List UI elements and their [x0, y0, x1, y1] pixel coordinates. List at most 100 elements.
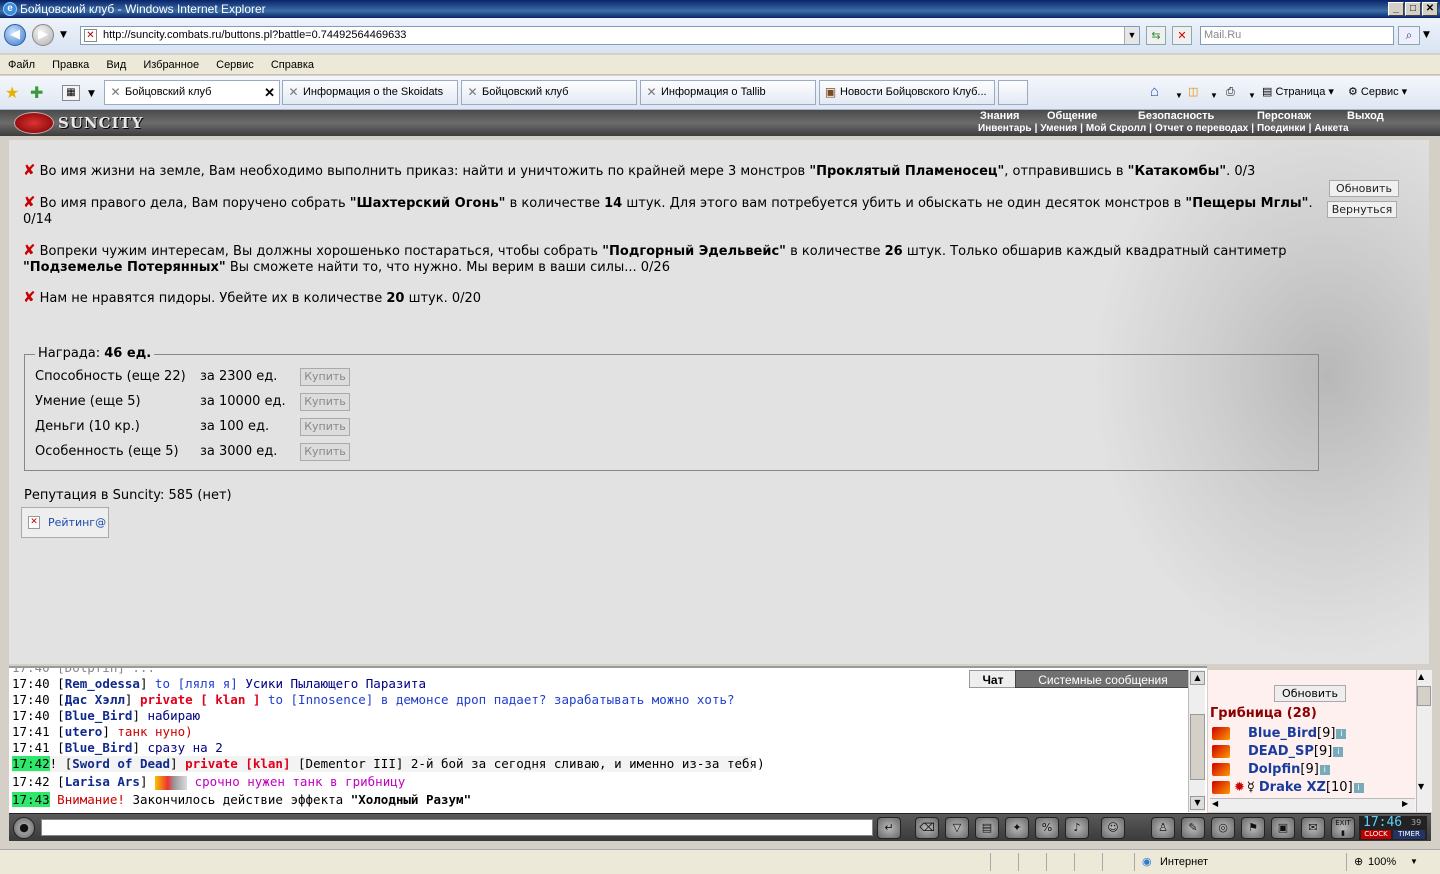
chat-mode-icon[interactable]: ●: [13, 817, 35, 839]
mail-icon[interactable]: ✉: [1301, 817, 1325, 839]
menu-view[interactable]: Вид: [100, 55, 132, 75]
tab-tallib[interactable]: ✕ Информация о Tallib: [640, 80, 816, 105]
zoom-dropdown-icon[interactable]: ▼: [1410, 857, 1418, 866]
scroll-thumb[interactable]: [1190, 714, 1205, 780]
buy-button[interactable]: Купить: [300, 393, 350, 411]
online-refresh-button[interactable]: Обновить: [1274, 685, 1346, 702]
home-icon[interactable]: ⌂: [1150, 84, 1159, 100]
menu-security[interactable]: Безопасность: [1138, 110, 1214, 122]
scroll-thumb[interactable]: [1417, 686, 1431, 706]
stop-icon[interactable]: ✕: [1172, 26, 1192, 45]
favorites-star-icon[interactable]: ★: [5, 83, 19, 102]
print-icon[interactable]: ⎙: [1226, 84, 1235, 100]
tab-fight-club-2[interactable]: ✕ Бойцовский клуб: [461, 80, 637, 105]
online-hscrollbar[interactable]: [1210, 798, 1415, 812]
tab-chat[interactable]: Чат: [969, 670, 1017, 688]
menu-fights[interactable]: Поединки: [1254, 123, 1309, 134]
menu-communication[interactable]: Общение: [1047, 110, 1097, 122]
menu-my-scroll[interactable]: Мой Скролл: [1083, 123, 1149, 134]
home-dropdown-icon[interactable]: ▼: [1175, 88, 1183, 104]
search-input[interactable]: Mail.Ru: [1200, 26, 1394, 45]
menu-edit[interactable]: Правка: [46, 55, 95, 75]
smiles-icon[interactable]: ☺: [1101, 817, 1125, 839]
info-icon[interactable]: i: [1319, 764, 1330, 775]
cancel-quest-icon[interactable]: ✘: [23, 161, 36, 179]
search-options-icon[interactable]: ▼: [1423, 30, 1430, 40]
buy-button[interactable]: Купить: [300, 418, 350, 436]
page-menu[interactable]: ▤ Страница ▾: [1262, 84, 1334, 100]
scroll-down-icon[interactable]: ▼: [1418, 782, 1424, 791]
menu-character[interactable]: Персонаж: [1257, 110, 1311, 122]
zoom-level[interactable]: 100%: [1368, 856, 1396, 868]
send-icon[interactable]: ↵: [877, 817, 901, 839]
refresh-button[interactable]: Обновить: [1329, 180, 1399, 197]
bag-icon[interactable]: ▣: [1271, 817, 1295, 839]
tab-news[interactable]: ▣ Новости Бойцовского Клуб...: [819, 80, 995, 105]
tab-fight-club[interactable]: ✕ Бойцовский клуб ✕: [104, 80, 280, 105]
menu-profile[interactable]: Анкета: [1311, 123, 1351, 134]
clear-icon[interactable]: ⌫: [915, 817, 939, 839]
cancel-quest-icon[interactable]: ✘: [23, 193, 36, 211]
buy-button[interactable]: Купить: [300, 443, 350, 461]
scroll-down-icon[interactable]: ▼: [1190, 796, 1205, 810]
menu-skills[interactable]: Умения: [1037, 123, 1080, 134]
minimize-button[interactable]: _: [1388, 2, 1404, 16]
menu-inventory[interactable]: Инвентарь: [975, 123, 1035, 134]
history-dropdown-icon[interactable]: ▼: [60, 30, 67, 40]
scroll-right-icon[interactable]: ▶: [1402, 799, 1408, 808]
back-return-button[interactable]: Вернуться: [1327, 201, 1397, 218]
close-tab-icon[interactable]: ✕: [264, 81, 275, 104]
menu-tools[interactable]: Сервис: [210, 55, 260, 75]
chat-scrollbar[interactable]: ▲ ▼: [1188, 670, 1205, 812]
cancel-quest-icon[interactable]: ✘: [23, 241, 36, 259]
new-tab-button[interactable]: [998, 80, 1028, 105]
scroll-up-icon[interactable]: ▲: [1418, 672, 1424, 681]
tab-system-messages[interactable]: Системные сообщения: [1015, 670, 1191, 688]
tab-skoidats[interactable]: ✕ Информация о the Skoidats: [282, 80, 458, 105]
user-row[interactable]: DEAD_SP[9] i: [1212, 744, 1344, 760]
info-icon[interactable]: i: [1333, 746, 1344, 757]
menu-exit[interactable]: Выход: [1347, 110, 1384, 122]
quick-tabs-icon[interactable]: ▦: [62, 85, 80, 101]
print-dropdown-icon[interactable]: ▼: [1248, 88, 1256, 104]
zoom-icon[interactable]: ⊕: [1354, 855, 1363, 868]
maximize-button[interactable]: □: [1405, 2, 1421, 16]
chat-input[interactable]: [41, 819, 873, 836]
menu-file[interactable]: Файл: [2, 55, 41, 75]
friends-icon[interactable]: ◎: [1211, 817, 1235, 839]
scroll-up-icon[interactable]: ▲: [1190, 671, 1205, 685]
filter-icon[interactable]: ▽: [945, 817, 969, 839]
add-favorite-icon[interactable]: ✚: [30, 83, 43, 102]
scroll-icon[interactable]: ✎: [1181, 817, 1205, 839]
clan-menu-icon[interactable]: ⚑: [1241, 817, 1265, 839]
search-icon[interactable]: ⌕: [1398, 26, 1420, 45]
feeds-dropdown-icon[interactable]: ▼: [1210, 88, 1218, 104]
sound-icon[interactable]: ♪: [1065, 817, 1089, 839]
menu-favorites[interactable]: Избранное: [137, 55, 205, 75]
scroll-left-icon[interactable]: ◀: [1212, 799, 1218, 808]
user-row[interactable]: ✹ ☿ Drake XZ[10] i: [1212, 780, 1364, 796]
tools-menu[interactable]: ⚙ Сервис ▾: [1348, 84, 1407, 100]
clock-button[interactable]: CLOCK: [1361, 830, 1391, 839]
percent-icon[interactable]: %: [1035, 817, 1059, 839]
user-row[interactable]: Dolpfin[9] i: [1212, 762, 1330, 778]
refresh-icon[interactable]: ⇆: [1146, 26, 1166, 45]
info-icon[interactable]: i: [1336, 728, 1347, 739]
user-row[interactable]: Blue_Bird[9] i: [1212, 726, 1347, 742]
back-button[interactable]: ◀: [4, 24, 26, 46]
info-icon[interactable]: i: [1353, 782, 1364, 793]
fighters-icon[interactable]: ✦: [1005, 817, 1029, 839]
rating-link[interactable]: ✕ Рейтинг@: [21, 507, 109, 538]
address-dropdown-icon[interactable]: ▼: [1124, 27, 1139, 44]
save-log-icon[interactable]: ▤: [975, 817, 999, 839]
tab-list-icon[interactable]: ▼: [88, 89, 95, 99]
character-icon[interactable]: ♙: [1151, 817, 1175, 839]
address-bar[interactable]: ✕ http://suncity.combats.ru/buttons.pl?b…: [80, 26, 1140, 45]
close-window-button[interactable]: ✕: [1422, 2, 1438, 16]
buy-button[interactable]: Купить: [300, 368, 350, 386]
forward-button[interactable]: ▶: [32, 24, 54, 46]
menu-transfers[interactable]: Отчет о переводах: [1152, 123, 1251, 134]
menu-knowledge[interactable]: Знания: [980, 110, 1019, 122]
exit-icon[interactable]: EXIT ▮: [1331, 817, 1355, 839]
cancel-quest-icon[interactable]: ✘: [23, 288, 36, 306]
